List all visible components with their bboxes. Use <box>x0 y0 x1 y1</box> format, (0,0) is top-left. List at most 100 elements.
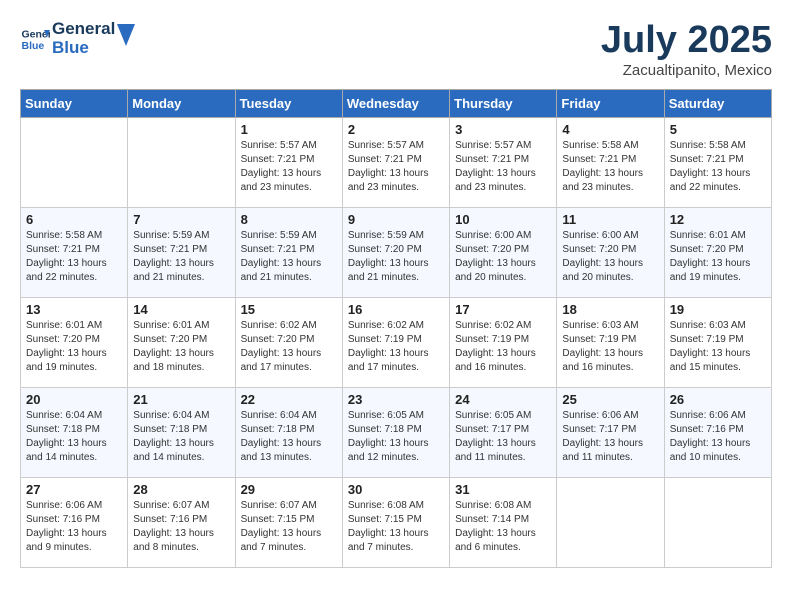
day-number: 17 <box>455 302 551 317</box>
day-number: 19 <box>670 302 766 317</box>
calendar-cell: 26 Sunrise: 6:06 AM Sunset: 7:16 PM Dayli… <box>664 387 771 477</box>
calendar-cell: 25Sunrise: 6:06 AM Sunset: 7:17 PM Dayli… <box>557 387 664 477</box>
week-row-2: 6 Sunrise: 5:58 AM Sunset: 7:21 PM Daylig… <box>21 207 772 297</box>
calendar-cell: 19 Sunrise: 6:03 AM Sunset: 7:19 PM Dayli… <box>664 297 771 387</box>
logo: General Blue General Blue <box>20 20 135 57</box>
calendar-cell: 14 Sunrise: 6:01 AM Sunset: 7:20 PM Dayli… <box>128 297 235 387</box>
calendar-cell: 13Sunrise: 6:01 AM Sunset: 7:20 PM Dayli… <box>21 297 128 387</box>
calendar-cell <box>664 477 771 567</box>
month-title: July 2025 <box>601 20 772 62</box>
calendar-cell: 11 Sunrise: 6:00 AM Sunset: 7:20 PM Dayli… <box>557 207 664 297</box>
calendar-cell: 18Sunrise: 6:03 AM Sunset: 7:19 PM Dayli… <box>557 297 664 387</box>
day-number: 11 <box>562 212 658 227</box>
day-info: Sunrise: 6:03 AM Sunset: 7:19 PM Dayligh… <box>670 319 766 375</box>
calendar-cell: 1 Sunrise: 5:57 AM Sunset: 7:21 PM Daylig… <box>235 117 342 207</box>
day-info: Sunrise: 6:02 AM Sunset: 7:19 PM Dayligh… <box>455 319 551 375</box>
calendar-cell: 27Sunrise: 6:06 AM Sunset: 7:16 PM Dayli… <box>21 477 128 567</box>
calendar-cell: 2Sunrise: 5:57 AM Sunset: 7:21 PM Daylig… <box>342 117 449 207</box>
header-row: SundayMondayTuesdayWednesdayThursdayFrid… <box>21 89 772 117</box>
calendar-cell: 17 Sunrise: 6:02 AM Sunset: 7:19 PM Dayli… <box>450 297 557 387</box>
weekday-header-saturday: Saturday <box>664 89 771 117</box>
day-number: 23 <box>348 392 444 407</box>
day-info: Sunrise: 6:01 AM Sunset: 7:20 PM Dayligh… <box>133 319 229 375</box>
day-info: Sunrise: 6:07 AM Sunset: 7:15 PM Dayligh… <box>241 499 337 555</box>
location: Zacualtipanito, Mexico <box>601 62 772 79</box>
calendar-cell: 5 Sunrise: 5:58 AM Sunset: 7:21 PM Daylig… <box>664 117 771 207</box>
day-info: Sunrise: 6:06 AM Sunset: 7:16 PM Dayligh… <box>26 499 122 555</box>
day-info: Sunrise: 5:58 AM Sunset: 7:21 PM Dayligh… <box>670 139 766 195</box>
day-info: Sunrise: 5:57 AM Sunset: 7:21 PM Dayligh… <box>455 139 551 195</box>
day-number: 22 <box>241 392 337 407</box>
calendar-cell: 8Sunrise: 5:59 AM Sunset: 7:21 PM Daylig… <box>235 207 342 297</box>
calendar-cell: 28Sunrise: 6:07 AM Sunset: 7:16 PM Dayli… <box>128 477 235 567</box>
calendar-cell: 6 Sunrise: 5:58 AM Sunset: 7:21 PM Daylig… <box>21 207 128 297</box>
day-number: 5 <box>670 122 766 137</box>
day-number: 4 <box>562 122 658 137</box>
day-info: Sunrise: 5:58 AM Sunset: 7:21 PM Dayligh… <box>26 229 122 285</box>
day-info: Sunrise: 6:01 AM Sunset: 7:20 PM Dayligh… <box>670 229 766 285</box>
day-info: Sunrise: 6:02 AM Sunset: 7:19 PM Dayligh… <box>348 319 444 375</box>
calendar-cell: 15Sunrise: 6:02 AM Sunset: 7:20 PM Dayli… <box>235 297 342 387</box>
calendar-cell <box>21 117 128 207</box>
day-info: Sunrise: 6:04 AM Sunset: 7:18 PM Dayligh… <box>26 409 122 465</box>
weekday-header-wednesday: Wednesday <box>342 89 449 117</box>
logo-general: General <box>52 20 115 39</box>
calendar-cell: 24 Sunrise: 6:05 AM Sunset: 7:17 PM Dayli… <box>450 387 557 477</box>
page-header: General Blue General Blue July 2025 Zacu… <box>20 20 772 79</box>
day-number: 9 <box>348 212 444 227</box>
calendar-cell: 4 Sunrise: 5:58 AM Sunset: 7:21 PM Daylig… <box>557 117 664 207</box>
calendar-cell: 12Sunrise: 6:01 AM Sunset: 7:20 PM Dayli… <box>664 207 771 297</box>
day-number: 10 <box>455 212 551 227</box>
day-number: 18 <box>562 302 658 317</box>
day-number: 7 <box>133 212 229 227</box>
day-number: 2 <box>348 122 444 137</box>
calendar-cell: 7 Sunrise: 5:59 AM Sunset: 7:21 PM Daylig… <box>128 207 235 297</box>
day-info: Sunrise: 5:59 AM Sunset: 7:20 PM Dayligh… <box>348 229 444 285</box>
week-row-3: 13 Sunrise: 6:01 AM Sunset: 7:20 PM Dayli… <box>21 297 772 387</box>
day-info: Sunrise: 6:02 AM Sunset: 7:20 PM Dayligh… <box>241 319 337 375</box>
day-info: Sunrise: 6:07 AM Sunset: 7:16 PM Dayligh… <box>133 499 229 555</box>
calendar-cell: 20 Sunrise: 6:04 AM Sunset: 7:18 PM Dayli… <box>21 387 128 477</box>
calendar-cell: 16 Sunrise: 6:02 AM Sunset: 7:19 PM Dayli… <box>342 297 449 387</box>
day-number: 6 <box>26 212 122 227</box>
weekday-header-friday: Friday <box>557 89 664 117</box>
day-info: Sunrise: 6:06 AM Sunset: 7:16 PM Dayligh… <box>670 409 766 465</box>
calendar-cell: 3 Sunrise: 5:57 AM Sunset: 7:21 PM Daylig… <box>450 117 557 207</box>
day-number: 14 <box>133 302 229 317</box>
day-number: 20 <box>26 392 122 407</box>
day-info: Sunrise: 6:00 AM Sunset: 7:20 PM Dayligh… <box>562 229 658 285</box>
day-number: 30 <box>348 482 444 497</box>
day-number: 1 <box>241 122 337 137</box>
day-info: Sunrise: 6:05 AM Sunset: 7:18 PM Dayligh… <box>348 409 444 465</box>
weekday-header-tuesday: Tuesday <box>235 89 342 117</box>
calendar-cell <box>128 117 235 207</box>
calendar-cell: 22Sunrise: 6:04 AM Sunset: 7:18 PM Dayli… <box>235 387 342 477</box>
title-block: July 2025 Zacualtipanito, Mexico <box>601 20 772 79</box>
week-row-4: 20 Sunrise: 6:04 AM Sunset: 7:18 PM Dayli… <box>21 387 772 477</box>
day-info: Sunrise: 5:59 AM Sunset: 7:21 PM Dayligh… <box>133 229 229 285</box>
calendar-cell: 21 Sunrise: 6:04 AM Sunset: 7:18 PM Dayli… <box>128 387 235 477</box>
day-info: Sunrise: 5:59 AM Sunset: 7:21 PM Dayligh… <box>241 229 337 285</box>
logo-icon: General Blue <box>20 24 50 54</box>
day-info: Sunrise: 6:05 AM Sunset: 7:17 PM Dayligh… <box>455 409 551 465</box>
day-number: 16 <box>348 302 444 317</box>
day-number: 3 <box>455 122 551 137</box>
day-number: 24 <box>455 392 551 407</box>
logo-blue: Blue <box>52 39 115 58</box>
calendar-cell <box>557 477 664 567</box>
week-row-1: 1 Sunrise: 5:57 AM Sunset: 7:21 PM Daylig… <box>21 117 772 207</box>
day-info: Sunrise: 5:57 AM Sunset: 7:21 PM Dayligh… <box>241 139 337 195</box>
calendar-cell: 29Sunrise: 6:07 AM Sunset: 7:15 PM Dayli… <box>235 477 342 567</box>
calendar-cell: 10Sunrise: 6:00 AM Sunset: 7:20 PM Dayli… <box>450 207 557 297</box>
day-info: Sunrise: 5:58 AM Sunset: 7:21 PM Dayligh… <box>562 139 658 195</box>
day-number: 13 <box>26 302 122 317</box>
weekday-header-monday: Monday <box>128 89 235 117</box>
logo-triangle-icon <box>117 24 135 46</box>
day-number: 31 <box>455 482 551 497</box>
calendar-table: SundayMondayTuesdayWednesdayThursdayFrid… <box>20 89 772 568</box>
day-info: Sunrise: 6:06 AM Sunset: 7:17 PM Dayligh… <box>562 409 658 465</box>
day-number: 26 <box>670 392 766 407</box>
calendar-cell: 9 Sunrise: 5:59 AM Sunset: 7:20 PM Daylig… <box>342 207 449 297</box>
day-number: 21 <box>133 392 229 407</box>
day-info: Sunrise: 6:04 AM Sunset: 7:18 PM Dayligh… <box>133 409 229 465</box>
